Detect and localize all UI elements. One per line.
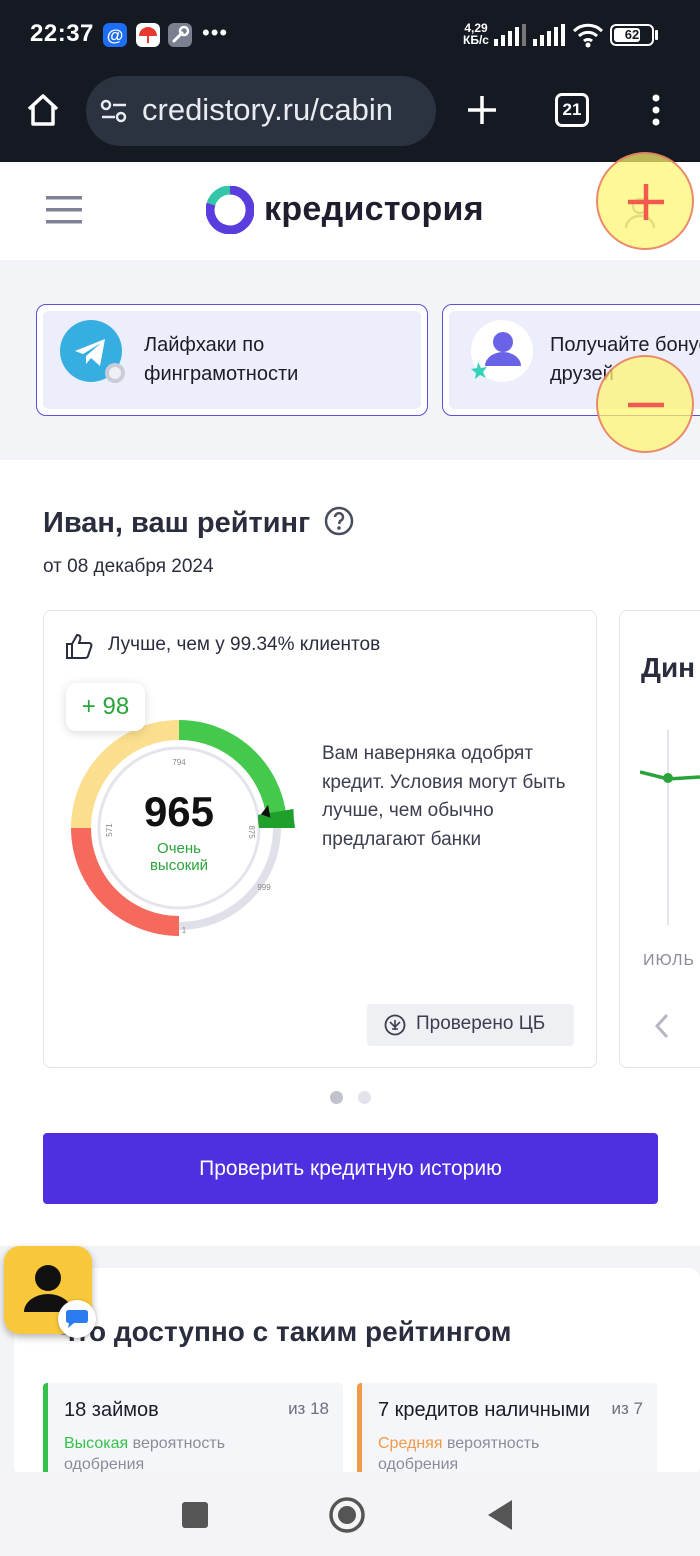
rating-delta-badge: + 98 bbox=[66, 683, 145, 731]
home-nav-button[interactable] bbox=[328, 1496, 366, 1534]
offer-card-loans[interactable]: 18 займов из 18 Высокая вероятность одоб… bbox=[43, 1383, 343, 1479]
available-title: Что доступно с таким рейтингом bbox=[56, 1316, 512, 1347]
dynamics-month: июль bbox=[643, 952, 695, 969]
gauge-tick-label: 1 bbox=[182, 926, 187, 935]
offer-probability: Высокая вероятность одобрения bbox=[64, 1435, 226, 1473]
site-settings-icon[interactable] bbox=[100, 97, 128, 125]
telegram-icon bbox=[60, 320, 125, 383]
browser-toolbar: credistory.ru/cabin 21 bbox=[0, 70, 700, 162]
verified-text: Проверено ЦБ bbox=[416, 1013, 546, 1034]
minus-icon bbox=[628, 402, 664, 408]
back-nav-button[interactable] bbox=[486, 1498, 514, 1532]
hamburger-menu-icon[interactable] bbox=[46, 194, 82, 226]
comparison-text: Лучше, чем у 99.34% клиентов bbox=[108, 634, 381, 655]
home-icon[interactable] bbox=[25, 92, 61, 128]
carousel-prev-icon[interactable] bbox=[652, 1012, 672, 1040]
svg-text:@: @ bbox=[107, 26, 124, 45]
system-navigation-bar bbox=[0, 1472, 700, 1556]
signal-icon bbox=[494, 24, 526, 46]
rating-description: Вам наверняка одобрят кредит. Условия мо… bbox=[322, 743, 566, 850]
rating-level-label: Очень высокий bbox=[149, 840, 209, 874]
promo-card-telegram[interactable]: Лайфхаки по финграмотности bbox=[36, 304, 428, 416]
chat-bubble-icon bbox=[66, 1310, 88, 1328]
tabs-button[interactable]: 21 bbox=[555, 93, 589, 127]
menu-dots-icon[interactable] bbox=[648, 92, 664, 128]
promo-card-text: Лайфхаки по финграмотности bbox=[144, 334, 299, 385]
rating-score: 965 bbox=[143, 788, 215, 835]
offer-title: 7 кредитов наличными bbox=[378, 1399, 591, 1421]
rating-title: Иван, ваш рейтинг bbox=[43, 506, 354, 540]
mail-app-icon: @ bbox=[103, 23, 127, 47]
plus-icon bbox=[628, 184, 664, 220]
gauge-tick-label: 999 bbox=[257, 883, 271, 892]
central-bank-emblem-icon bbox=[384, 1014, 406, 1036]
carousel-dot[interactable] bbox=[358, 1091, 371, 1104]
site-header: кредистория bbox=[0, 162, 700, 260]
rating-date: от 08 декабря 2024 bbox=[43, 556, 214, 577]
thumbs-up-icon bbox=[66, 633, 93, 659]
more-notifications-icon: ••• bbox=[202, 20, 229, 45]
logo-text[interactable]: кредистория bbox=[264, 190, 484, 229]
gauge-tick-label: 794 bbox=[172, 758, 186, 767]
zoom-out-overlay-button[interactable] bbox=[596, 355, 694, 453]
recents-button[interactable] bbox=[182, 1502, 208, 1528]
offer-title: 18 займов bbox=[64, 1399, 159, 1421]
promo-section: Лайфхаки по финграмотности Получайте бон… bbox=[0, 260, 700, 460]
battery-icon: 62 bbox=[610, 24, 654, 46]
status-time: 22:37 bbox=[30, 20, 94, 47]
wrench-app-icon bbox=[168, 23, 192, 47]
logo-icon bbox=[206, 186, 254, 234]
dynamics-card-title: Дин bbox=[641, 652, 696, 683]
chat-bubble-badge[interactable] bbox=[58, 1300, 96, 1338]
wifi-icon bbox=[572, 23, 604, 48]
offer-count: из 18 bbox=[288, 1399, 329, 1418]
url-text[interactable]: credistory.ru/cabin bbox=[142, 92, 426, 128]
offer-card-cash-credits[interactable]: 7 кредитов наличными из 7 Средняя вероят… bbox=[357, 1383, 657, 1479]
offer-probability: Средняя вероятность одобрения bbox=[378, 1435, 540, 1473]
carousel-dot-active[interactable] bbox=[330, 1091, 343, 1104]
battery-level: 62 bbox=[624, 27, 640, 42]
network-speed: 4,29 КБ/с bbox=[463, 21, 489, 47]
umbrella-app-icon bbox=[136, 23, 160, 47]
zoom-in-overlay-button[interactable] bbox=[596, 152, 694, 250]
new-tab-icon[interactable] bbox=[466, 94, 498, 126]
dynamics-chart bbox=[640, 730, 700, 925]
offer-count: из 7 bbox=[611, 1399, 643, 1418]
help-icon[interactable] bbox=[324, 506, 354, 536]
status-bar: 22:37 @ ••• 4,29 КБ/с 62 bbox=[0, 0, 700, 70]
check-credit-history-button[interactable]: Проверить кредитную историю bbox=[43, 1133, 658, 1204]
referral-icon bbox=[471, 320, 533, 382]
signal-2-icon bbox=[533, 24, 565, 46]
